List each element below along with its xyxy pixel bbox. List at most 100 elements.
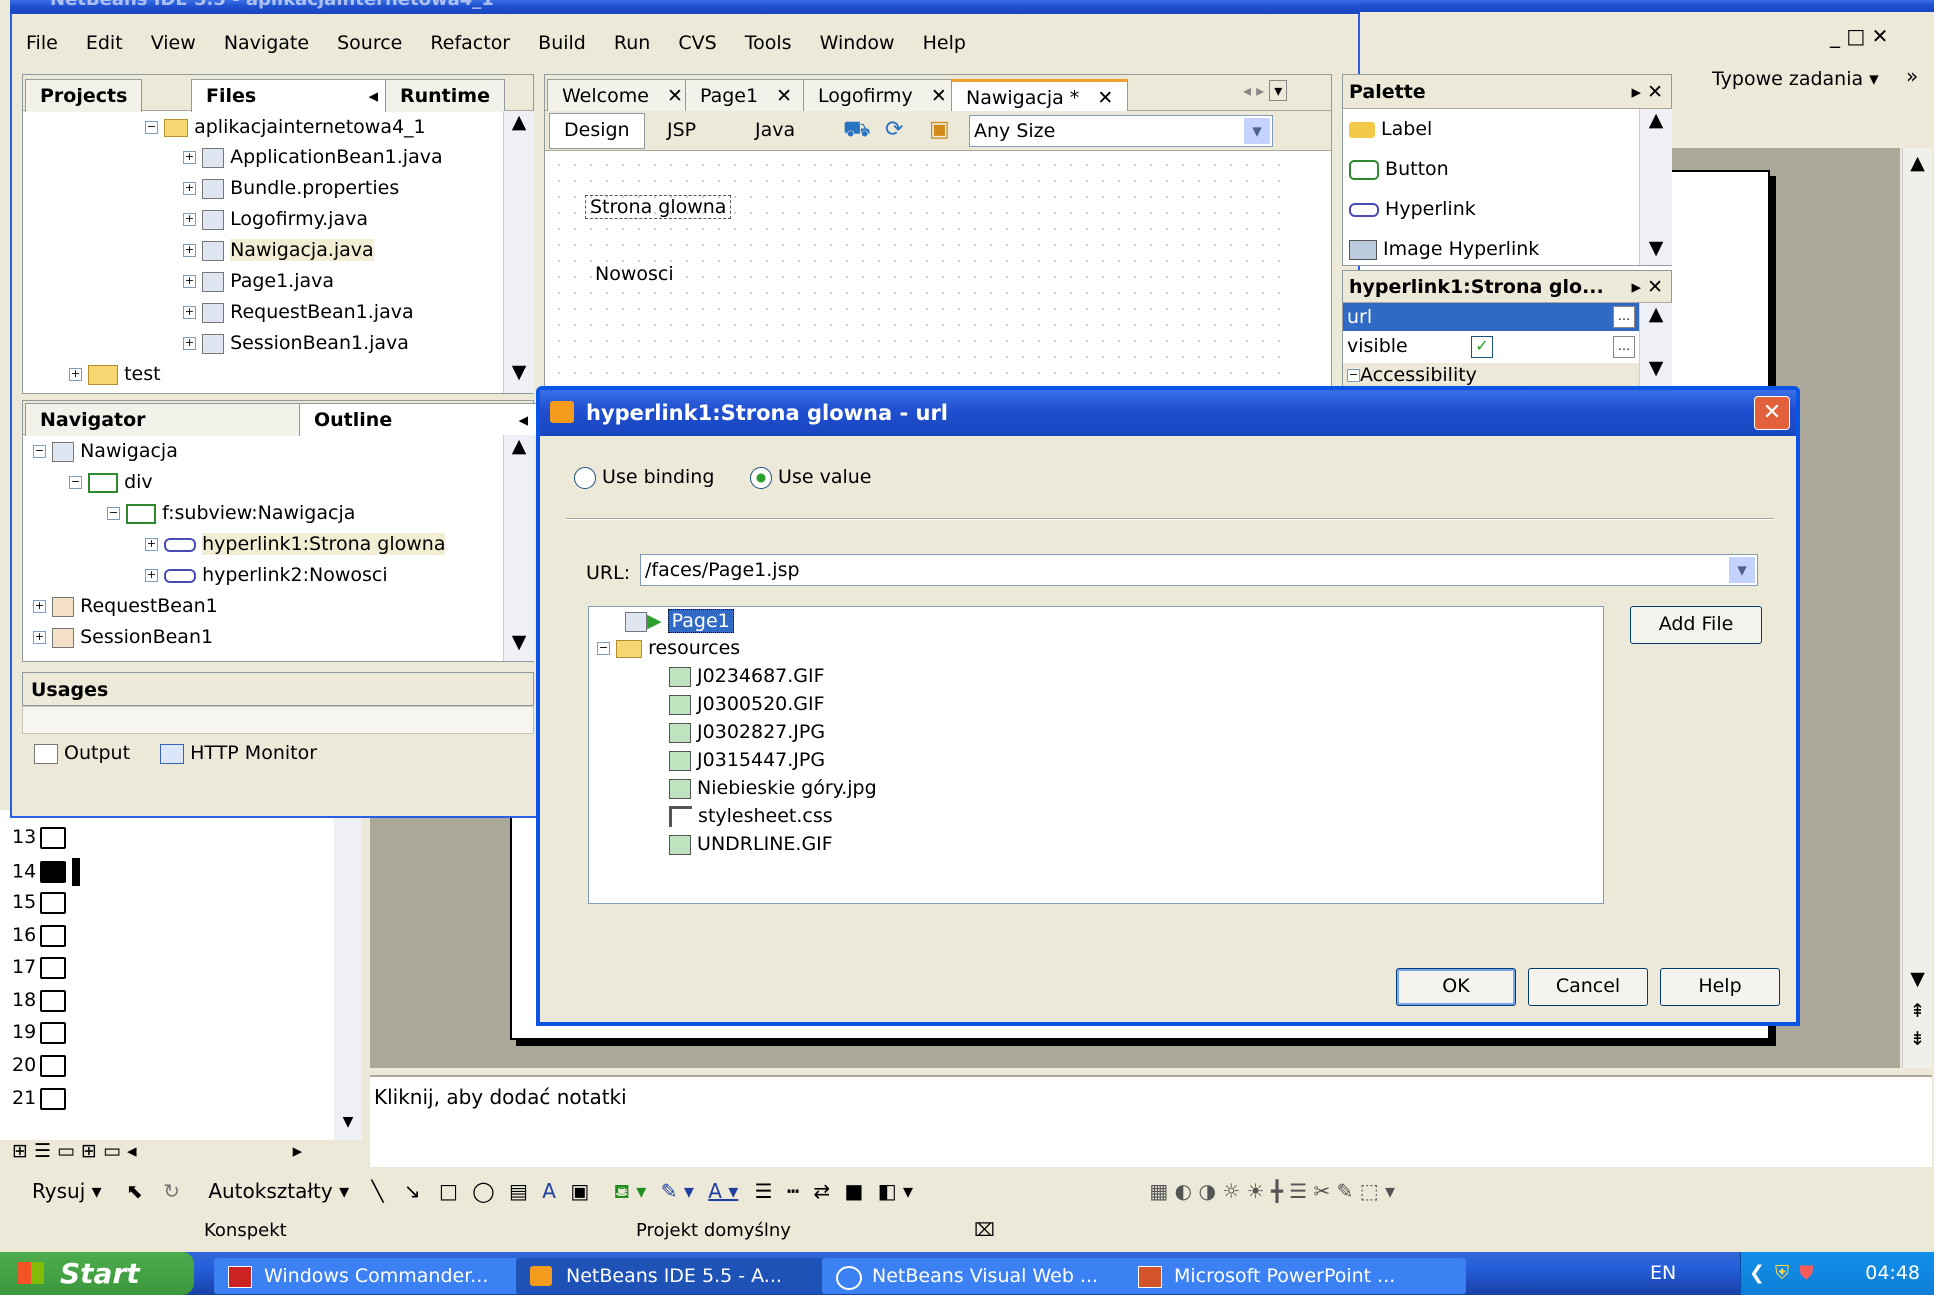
clipart-icon[interactable]: ▣ <box>570 1179 589 1203</box>
radio-use-value[interactable]: Use value <box>750 466 871 489</box>
canvas-hyperlink-strona-glowna[interactable]: Strona glowna <box>585 195 732 219</box>
font-color-icon[interactable]: A ▾ <box>708 1179 738 1203</box>
properties-scrollbar[interactable]: ▲ ▼ <box>1639 303 1672 387</box>
outline-item[interactable]: + hyperlink1:Strona glowna <box>145 530 446 558</box>
url-combobox[interactable]: /faces/Page1.jsp ▾ <box>640 554 1758 586</box>
expand-icon[interactable]: + <box>183 337 196 350</box>
rotate-icon[interactable]: ↻ <box>163 1179 180 1203</box>
expand-icon[interactable]: + <box>145 569 158 582</box>
projects-scrollbar[interactable]: ▲ ▼ <box>503 111 534 393</box>
arrow-style-icon[interactable]: ⇄ <box>813 1179 830 1203</box>
editor-tab-welcome[interactable]: Welcome ✕ <box>547 79 698 112</box>
tree-file[interactable]: + Nawigacja.java <box>183 236 374 264</box>
slide-thumb[interactable]: 16 <box>12 924 67 950</box>
expand-icon[interactable]: + <box>183 306 196 319</box>
expand-icon[interactable]: + <box>69 368 82 381</box>
view-jsp[interactable]: JSP <box>667 119 696 141</box>
property-section-accessibility[interactable]: −Accessibility <box>1343 363 1639 387</box>
close-button[interactable]: ✕ <box>1754 396 1790 430</box>
slide-thumb[interactable]: 15 <box>12 891 67 917</box>
language-indicator[interactable]: EN <box>1650 1252 1676 1295</box>
line-icon[interactable]: ╲ <box>371 1179 383 1203</box>
3d-icon[interactable]: ◧ ▾ <box>878 1179 913 1203</box>
expand-icon[interactable]: + <box>33 631 46 644</box>
scroll-down-icon[interactable]: ▼ <box>1640 237 1672 259</box>
fill-color-icon[interactable]: ⛾ ▾ <box>614 1179 647 1203</box>
notes-pane[interactable]: Kliknij, aby dodać notatki <box>370 1075 1932 1167</box>
property-row-visible[interactable]: visible ✓ … <box>1343 331 1639 361</box>
cancel-button[interactable]: Cancel <box>1528 968 1648 1006</box>
task-pane-title[interactable]: Typowe zadania ▾ <box>1712 68 1879 98</box>
tree-resources[interactable]: − resources <box>597 634 740 662</box>
ok-button[interactable]: OK <box>1396 968 1516 1006</box>
menu-cvs[interactable]: CVS <box>678 32 716 54</box>
property-row-url[interactable]: url … <box>1343 303 1639 331</box>
scroll-up-icon[interactable]: ▲ <box>1640 303 1672 325</box>
tree-page1[interactable]: ▶ Page1 <box>625 607 734 635</box>
antivirus-icon[interactable]: ⛊ <box>1799 1262 1813 1284</box>
expand-icon[interactable]: + <box>183 275 196 288</box>
expand-icon[interactable]: + <box>183 244 196 257</box>
outline-item[interactable]: − f:subview:Nawigacja <box>107 499 355 527</box>
view-java[interactable]: Java <box>755 119 795 141</box>
expand-icon[interactable]: + <box>183 151 196 164</box>
menu-refactor[interactable]: Refactor <box>430 32 510 54</box>
expand-icon[interactable]: + <box>183 213 196 226</box>
picture-tools-icon[interactable]: ▦ ◐ ◑ ☼ ☀ ╋ ☰ ✂ ✎ ⬚ ▾ <box>1149 1179 1395 1203</box>
close-icon[interactable]: ✕ <box>1097 87 1113 109</box>
tree-file[interactable]: + Bundle.properties <box>183 174 399 202</box>
taskbar-item-netbeans-visual-web[interactable]: NetBeans Visual Web ... <box>822 1258 1164 1294</box>
outline-item[interactable]: + RequestBean1 <box>33 592 218 620</box>
rectangle-icon[interactable]: □ <box>439 1179 458 1203</box>
palette-item-image-hyperlink[interactable]: Image Hyperlink <box>1349 235 1539 263</box>
outline-item[interactable]: − Nawigacja <box>33 437 178 465</box>
taskbar-item-windows-commander[interactable]: Windows Commander... <box>214 1258 556 1294</box>
outline-item[interactable]: + hyperlink2:Nowosci <box>145 561 388 589</box>
size-select[interactable]: Any Size ▾ <box>969 115 1273 147</box>
tree-file[interactable]: J0300520.GIF <box>669 690 825 718</box>
menu-edit[interactable]: Edit <box>86 32 123 54</box>
palette-scrollbar[interactable]: ▲ ▼ <box>1639 109 1672 265</box>
tab-runtime[interactable]: Runtime <box>385 79 505 112</box>
editor-tab-logofirmy[interactable]: Logofirmy ✕ <box>803 79 962 112</box>
menu-help[interactable]: Help <box>923 32 966 54</box>
outline-item[interactable]: + SessionBean1 <box>33 623 213 651</box>
prev-slide-icon[interactable]: ⇞ <box>1903 1000 1932 1022</box>
tree-file[interactable]: + SessionBean1.java <box>183 329 409 357</box>
radio-use-binding[interactable]: Use binding <box>574 466 714 489</box>
scroll-up-icon[interactable]: ▲ <box>1903 152 1932 174</box>
scroll-up-icon[interactable]: ▲ <box>504 435 534 457</box>
slide-thumb[interactable]: 13 <box>12 826 67 852</box>
help-button[interactable]: Help <box>1660 968 1780 1006</box>
line-style-icon[interactable]: ☰ <box>755 1179 773 1203</box>
oval-icon[interactable]: ◯ <box>472 1179 494 1203</box>
next-slide-icon[interactable]: ⇟ <box>1903 1028 1932 1050</box>
select-arrow-icon[interactable]: ⬉ <box>126 1179 143 1203</box>
shadow-icon[interactable]: ■ <box>845 1179 864 1203</box>
menu-run[interactable]: Run <box>614 32 650 54</box>
tree-file[interactable]: J0302827.JPG <box>669 718 825 746</box>
scroll-up-icon[interactable]: ▲ <box>1640 109 1672 131</box>
tree-file[interactable]: + Page1.java <box>183 267 334 295</box>
collapse-icon[interactable]: − <box>107 507 120 520</box>
tree-file[interactable]: Niebieskie góry.jpg <box>669 774 877 802</box>
taskbar-item-powerpoint[interactable]: Microsoft PowerPoint ... <box>1124 1258 1466 1294</box>
tree-folder-test[interactable]: + test <box>69 360 161 388</box>
expand-icon[interactable]: + <box>33 600 46 613</box>
navigator-scrollbar[interactable]: ▲ ▼ <box>503 435 534 661</box>
tab-navigator[interactable]: Navigator <box>25 403 325 436</box>
ellipsis-button[interactable]: … <box>1613 336 1635 358</box>
powerpoint-mdi-controls[interactable]: _ □ ✕ <box>1830 24 1930 52</box>
view-buttons[interactable]: ⊞ ☰ ▭ ⊞ ▭ ◂ ▸ <box>12 1140 362 1168</box>
draw-menu[interactable]: Rysuj ▾ <box>32 1179 102 1203</box>
visible-checkbox[interactable]: ✓ <box>1471 336 1493 358</box>
scroll-down-icon[interactable]: ▼ <box>504 631 534 653</box>
spelling-icon[interactable]: ⌧ <box>974 1216 995 1246</box>
menu-view[interactable]: View <box>151 32 196 54</box>
editor-tab-page1[interactable]: Page1 ✕ <box>685 79 808 112</box>
close-icon[interactable]: ✕ <box>776 85 792 107</box>
menu-build[interactable]: Build <box>538 32 586 54</box>
tree-file[interactable]: + ApplicationBean1.java <box>183 143 443 171</box>
slide-thumb[interactable]: 20 <box>12 1054 67 1080</box>
menu-navigate[interactable]: Navigate <box>224 32 309 54</box>
